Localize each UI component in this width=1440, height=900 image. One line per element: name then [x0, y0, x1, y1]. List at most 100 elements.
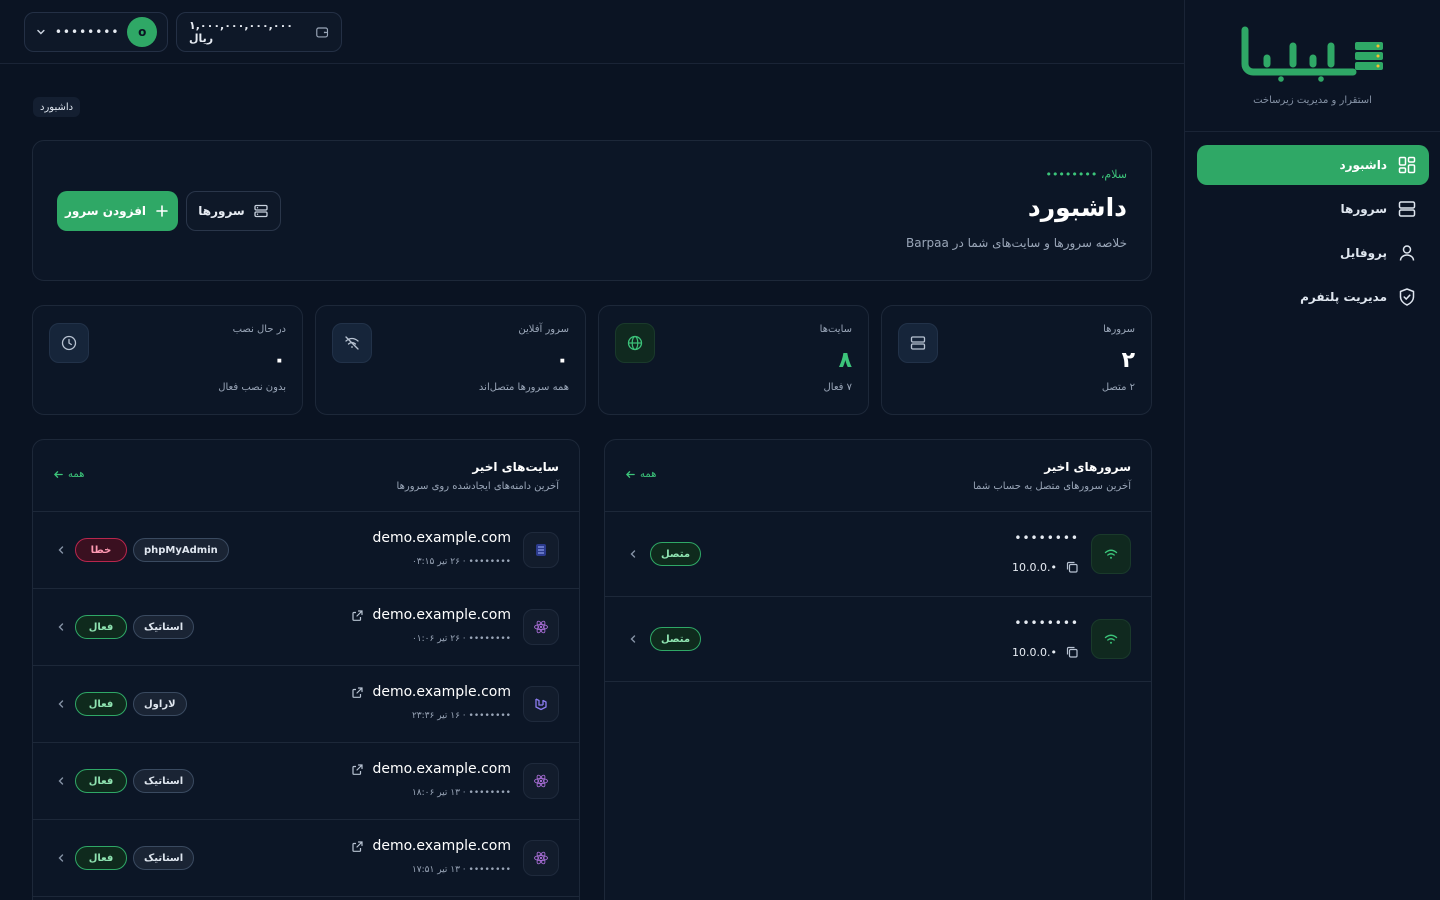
sidebar: استقرار و مدیریت زیرساخت داشبورد سرورها … — [1184, 0, 1440, 900]
stat-label: سایت‌ها — [819, 324, 852, 335]
globe-icon — [615, 323, 655, 363]
site-domain: demo.example.com — [372, 530, 511, 546]
sidebar-item-dashboard[interactable]: داشبورد — [1197, 145, 1429, 185]
avatar: o — [127, 17, 157, 47]
external-link-icon[interactable] — [351, 686, 364, 699]
server-ip: 10.0.0.• — [1012, 645, 1079, 659]
dashboard-icon — [1398, 156, 1416, 174]
server-row[interactable]: •••••••• 10.0.0.• متصل — [605, 512, 1151, 597]
chevron-left-icon[interactable] — [55, 621, 67, 633]
recent-servers-panel: سرورهای اخیر آخرین سرورهای متصل به حساب … — [604, 439, 1152, 900]
brand-logo[interactable] — [1241, 24, 1387, 82]
servers-button[interactable]: سرورها — [186, 191, 281, 231]
site-row[interactable]: demo.example.com •••••••• · ۱۳ تیر ۱۸:۰۶… — [33, 743, 579, 820]
sidebar-item-label: داشبورد — [1339, 158, 1387, 172]
status-badge: خطا — [75, 538, 127, 562]
stat-card-servers[interactable]: سرورها ۲ ۲ متصل — [881, 305, 1152, 415]
panel-subtitle: آخرین سرورهای متصل به حساب شما — [972, 481, 1131, 492]
status-badge: فعال — [75, 615, 127, 639]
add-server-label: افزودن سرور — [64, 204, 147, 218]
recent-sites-panel: سایت‌های اخیر آخرین دامنه‌های ایجادشده ر… — [32, 439, 580, 900]
site-type-badge: استاتیک — [133, 769, 195, 793]
site-row[interactable]: demo.example.com •••••••• · ۲۶ تیر ۰۱:۰۶… — [33, 589, 579, 666]
sidebar-item-label: پروفایل — [1339, 246, 1387, 260]
stat-label: در حال نصب — [232, 324, 286, 335]
sidebar-item-label: سرورها — [1340, 202, 1387, 216]
site-meta: •••••••• · ۲۶ تیر ۰۳:۱۵ — [411, 557, 511, 567]
site-domain: demo.example.com — [351, 838, 511, 854]
chevron-left-icon[interactable] — [627, 633, 639, 645]
site-domain-text: demo.example.com — [372, 530, 511, 546]
copy-icon[interactable] — [1065, 560, 1079, 574]
view-all-servers-link[interactable]: همه — [625, 469, 656, 480]
site-row[interactable]: demo.example.com •••••••• · ۱۳ تیر ۱۷:۵۱… — [33, 820, 579, 897]
server-row[interactable]: •••••••• 10.0.0.• متصل — [605, 597, 1151, 682]
welcome-card: سلام، •••••••• داشبورد خلاصه سرورها و سا… — [32, 140, 1152, 281]
view-all-label: همه — [640, 469, 657, 480]
server-name: •••••••• — [1014, 616, 1079, 630]
page-subtitle: خلاصه سرورها و سایت‌های شما در Barpaa — [906, 236, 1127, 250]
site-meta: •••••••• · ۱۳ تیر ۱۸:۰۶ — [411, 788, 511, 798]
status-badge: فعال — [75, 692, 127, 716]
chevron-left-icon[interactable] — [55, 544, 67, 556]
brand: استقرار و مدیریت زیرساخت — [1185, 0, 1440, 132]
breadcrumb[interactable]: داشبورد — [33, 97, 81, 117]
page-title: داشبورد — [1027, 193, 1127, 222]
stat-card-sites[interactable]: سایت‌ها ۸ ۷ فعال — [598, 305, 869, 415]
site-row[interactable]: demo.example.com •••••••• · ۲۶ تیر ۰۳:۱۵… — [33, 512, 579, 589]
chevron-left-icon[interactable] — [627, 548, 639, 560]
shield-icon — [1399, 288, 1415, 306]
site-domain: demo.example.com — [351, 684, 511, 700]
sidebar-item-platform-admin[interactable]: مدیریت پلتفرم — [1197, 277, 1429, 317]
server-ip-text: 10.0.0.• — [1012, 645, 1057, 659]
chevron-left-icon[interactable] — [55, 698, 67, 710]
wifi-icon — [1091, 534, 1131, 574]
add-server-button[interactable]: افزودن سرور — [57, 191, 178, 231]
user-icon — [1399, 245, 1415, 261]
external-link-icon[interactable] — [351, 763, 364, 776]
site-type-badge: استاتیک — [133, 846, 195, 870]
site-meta: •••••••• · ۲۶ تیر ۰۱:۰۶ — [411, 634, 511, 644]
wallet-balance: ۱,۰۰۰,۰۰۰,۰۰۰,۰۰۰ ریال — [189, 19, 293, 45]
stat-sub: ۲ متصل — [1101, 382, 1135, 393]
status-badge: فعال — [75, 846, 127, 870]
server-icon — [1398, 201, 1416, 217]
stat-sub: ۷ فعال — [823, 382, 852, 393]
react-icon — [523, 609, 559, 645]
arrow-left-icon — [625, 471, 635, 478]
arrow-left-icon — [53, 471, 63, 478]
wallet-balance-button[interactable]: ۱,۰۰۰,۰۰۰,۰۰۰,۰۰۰ ریال — [176, 12, 342, 52]
chevron-left-icon[interactable] — [55, 852, 67, 864]
user-menu-button[interactable]: •••••••• o — [24, 12, 168, 52]
server-icon — [254, 204, 268, 218]
site-type-badge: استاتیک — [133, 615, 195, 639]
react-icon — [523, 840, 559, 876]
stat-value: ۰ — [555, 348, 569, 373]
main-area: •••••••• o ۱,۰۰۰,۰۰۰,۰۰۰,۰۰۰ ریال داشبور… — [0, 0, 1184, 900]
server-ip: 10.0.0.• — [1012, 560, 1079, 574]
stat-card-installing[interactable]: در حال نصب ۰ بدون نصب فعال — [32, 305, 303, 415]
servers-button-label: سرورها — [198, 204, 245, 218]
chevron-left-icon[interactable] — [55, 775, 67, 787]
site-meta: •••••••• · ۱۶ تیر ۲۳:۳۶ — [411, 711, 511, 721]
brand-tagline: استقرار و مدیریت زیرساخت — [1253, 95, 1372, 106]
site-domain-text: demo.example.com — [372, 684, 511, 700]
database-icon — [523, 532, 559, 568]
server-icon — [898, 323, 938, 363]
sidebar-nav: داشبورد سرورها پروفایل مدیریت پلتفرم — [1197, 145, 1429, 321]
external-link-icon[interactable] — [351, 840, 364, 853]
username: •••••••• — [54, 25, 120, 39]
site-row[interactable]: demo.example.com •••••••• · ۱۶ تیر ۲۳:۳۶… — [33, 666, 579, 743]
site-domain-text: demo.example.com — [372, 838, 511, 854]
copy-icon[interactable] — [1065, 645, 1079, 659]
view-all-sites-link[interactable]: همه — [53, 469, 84, 480]
server-name: •••••••• — [1014, 531, 1079, 545]
stat-value: ۰ — [272, 348, 286, 373]
sidebar-item-profile[interactable]: پروفایل — [1197, 233, 1429, 273]
stat-card-offline[interactable]: سرور آفلاین ۰ همه سرورها متصل‌اند — [315, 305, 586, 415]
top-bar: •••••••• o ۱,۰۰۰,۰۰۰,۰۰۰,۰۰۰ ریال — [0, 0, 1184, 64]
laravel-icon — [523, 686, 559, 722]
sidebar-item-label: مدیریت پلتفرم — [1300, 290, 1387, 304]
external-link-icon[interactable] — [351, 609, 364, 622]
sidebar-item-servers[interactable]: سرورها — [1197, 189, 1429, 229]
